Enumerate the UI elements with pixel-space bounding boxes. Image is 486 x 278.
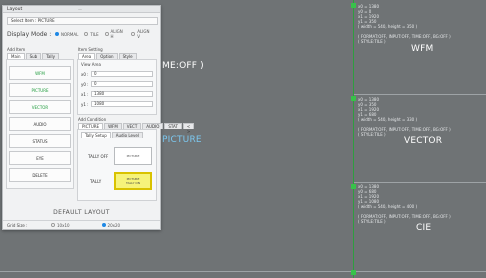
tally-on-preview[interactable]: PICTURE TALLY ON — [114, 172, 152, 190]
display-mode-row: Display Mode : NORMAL TILE ALIGN H ALIGN… — [7, 29, 158, 39]
radio-icon — [51, 223, 55, 227]
tally-off-preview[interactable]: PICTURE — [114, 147, 152, 165]
y0-input[interactable]: 0 — [91, 81, 153, 87]
x0-input[interactable]: 0 — [91, 71, 153, 77]
x1-input[interactable]: 1380 — [91, 91, 153, 97]
grid-size-row: Grid Size : 10x10 20x20 — [3, 220, 160, 229]
mode-tile-label: TILE — [90, 31, 99, 37]
vector-corner-handle[interactable] — [351, 96, 356, 101]
bottom-corner-handle[interactable] — [351, 270, 356, 275]
grid-20x20-label: 20x20 — [107, 222, 121, 228]
pane-divider-wfm-vector[interactable] — [354, 94, 486, 95]
add-item-label: Add Item — [7, 47, 26, 52]
delete-button[interactable]: DELETE — [9, 168, 71, 182]
wfm-label: WFM — [411, 44, 434, 54]
tally-off-preview-text: PICTURE — [126, 154, 140, 158]
grid-10x10-label: 10x10 — [57, 222, 70, 228]
mode-align-h-radio[interactable]: ALIGN H — [104, 29, 126, 39]
radio-icon — [104, 32, 109, 36]
vector-label: VECTOR — [404, 136, 443, 146]
tally-tabs: Tally Setup Audio Level — [81, 132, 144, 138]
grid-10x10-radio[interactable]: 10x10 — [51, 223, 70, 228]
y0-field-row: y0 : 0 — [81, 81, 153, 87]
pane-divider-vertical[interactable] — [353, 0, 354, 278]
mode-tile-radio[interactable]: TILE — [84, 31, 99, 37]
add-vector-button[interactable]: VECTOR — [9, 100, 71, 114]
canvas-bottom-edge — [0, 271, 486, 272]
grid-size-label: Grid Size : — [7, 222, 28, 228]
selected-item-display: Select Item : PICTURE — [7, 17, 158, 25]
picture-label: PICTURE — [162, 135, 202, 145]
cie-label: CIE — [416, 223, 432, 233]
x0-field-row: x0 : 0 — [81, 71, 153, 77]
mode-align-h-label: ALIGN H — [110, 29, 123, 39]
tally-on-preview-line2: TALLY ON — [126, 181, 140, 185]
x1-field-row: x1 : 1380 — [81, 91, 153, 97]
add-audio-button[interactable]: AUDIO — [9, 117, 71, 131]
tab-cond-stat[interactable]: STAT — [164, 123, 182, 129]
add-picture-button[interactable]: PICTURE — [9, 83, 71, 97]
view-area-group: View Area x0 : 0 y0 : 0 x1 : 1380 y1 : 1… — [77, 59, 157, 115]
cie-corner-handle[interactable] — [351, 184, 356, 189]
condition-group: Tally Setup Audio Level TALLY OFF PICTUR… — [77, 129, 157, 201]
tally-off-label: TALLY OFF — [88, 154, 109, 159]
panel-title-bar[interactable]: Layout — — [3, 6, 160, 13]
cie-info: x0 = 1380 y0 = 680 x1 = 1920 y1 = 1080 (… — [358, 184, 451, 224]
add-condition-label: Add Condition — [78, 117, 107, 122]
vector-info: x0 = 1380 y0 = 350 x1 = 1920 y1 = 680 ( … — [358, 97, 451, 137]
layout-panel: Layout — Select Item : PICTURE Display M… — [2, 5, 195, 230]
partial-mode-label: ME:OFF ) — [162, 61, 204, 71]
tab-audio-level[interactable]: Audio Level — [111, 132, 143, 138]
tally-label: TALLY — [90, 179, 102, 184]
pane-divider-vector-cie[interactable] — [354, 182, 486, 183]
mode-align-v-radio[interactable]: ALIGN V — [131, 29, 152, 39]
view-area-label: View Area — [81, 62, 101, 67]
x0-label: x0 : — [81, 71, 89, 77]
item-setting-label: Item Setting — [78, 47, 103, 52]
add-eye-button[interactable]: EYE — [9, 151, 71, 165]
mode-normal-label: NORMAL — [60, 31, 79, 37]
y0-label: y0 : — [81, 81, 89, 87]
tab-tally-setup[interactable]: Tally Setup — [81, 132, 111, 138]
radio-selected-icon — [101, 223, 106, 227]
mode-normal-radio[interactable]: NORMAL — [54, 31, 79, 37]
add-status-button[interactable]: STATUS — [9, 134, 71, 148]
wfm-corner-handle[interactable] — [351, 3, 356, 8]
drag-grip-icon[interactable]: — — [74, 7, 86, 12]
radio-icon — [131, 32, 136, 36]
mode-align-v-label: ALIGN V — [137, 29, 150, 39]
default-layout-button[interactable]: DEFAULT LAYOUT — [3, 207, 160, 219]
add-item-list: WFM PICTURE VECTOR AUDIO STATUS EYE DELE… — [7, 66, 73, 185]
wfm-info: x0 = 1380 y0 = 0 x1 = 1920 y1 = 350 ( wi… — [358, 4, 451, 44]
tab-scroll-arrows-icon[interactable]: < > — [182, 123, 195, 134]
radio-icon — [84, 32, 89, 36]
y1-input[interactable]: 1080 — [91, 101, 153, 107]
y1-label: y1 : — [81, 101, 89, 107]
panel-title: Layout — [7, 7, 23, 12]
grid-20x20-radio[interactable]: 20x20 — [101, 222, 121, 228]
radio-selected-icon — [54, 32, 59, 36]
x1-label: x1 : — [81, 91, 89, 97]
add-wfm-button[interactable]: WFM — [9, 66, 71, 80]
y1-field-row: y1 : 1080 — [81, 101, 153, 107]
display-mode-label: Display Mode : — [7, 30, 52, 38]
